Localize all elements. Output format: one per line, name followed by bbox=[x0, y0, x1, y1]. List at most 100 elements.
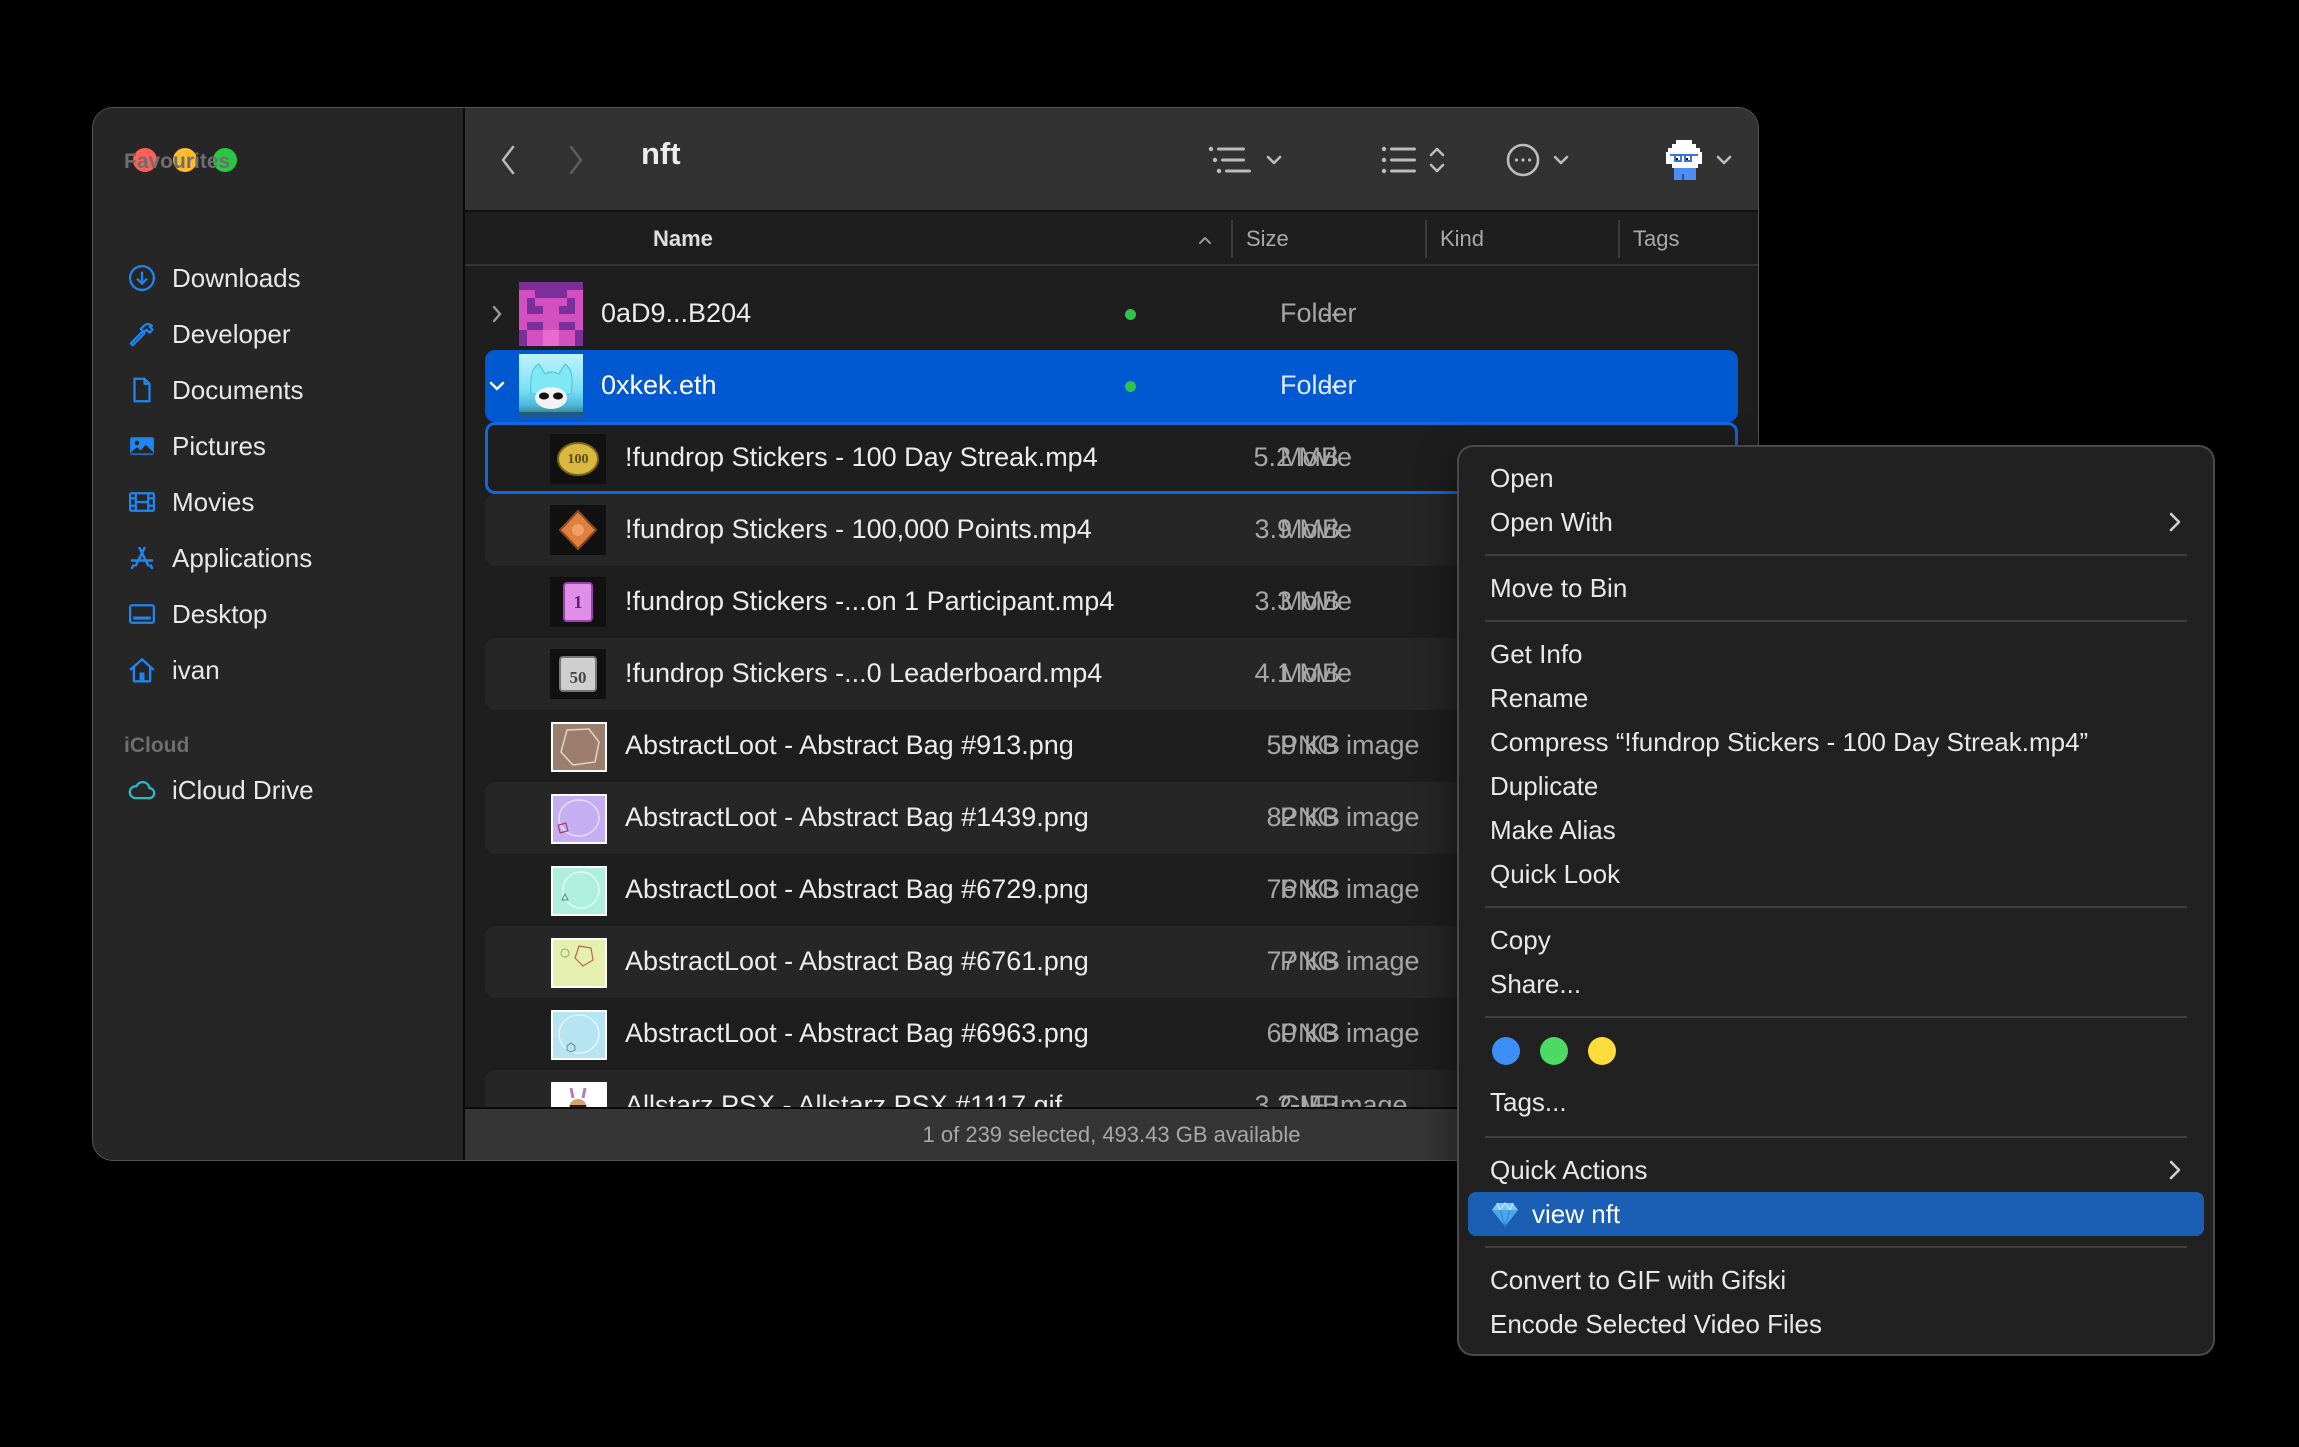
svg-text:1: 1 bbox=[574, 592, 583, 612]
column-kind[interactable]: Kind bbox=[1440, 226, 1484, 252]
menu-item-make-alias[interactable]: Make Alias bbox=[1459, 808, 2213, 852]
file-name: !fundrop Stickers - 100 Day Streak.mp4 bbox=[625, 442, 1098, 472]
image-thumbnail bbox=[551, 938, 607, 988]
column-tags[interactable]: Tags bbox=[1633, 226, 1679, 252]
tag-dot-green bbox=[1125, 309, 1136, 320]
menu-item-view-nft[interactable]: view nft bbox=[1468, 1192, 2204, 1236]
menu-item-move-to-bin[interactable]: Move to Bin bbox=[1459, 566, 2213, 610]
video-thumbnail: 50 bbox=[550, 649, 606, 699]
sidebar-item-applications[interactable]: Applications bbox=[126, 538, 312, 578]
menu-item-encode-video[interactable]: Encode Selected Video Files bbox=[1459, 1302, 2213, 1346]
chevron-left-icon bbox=[501, 145, 515, 175]
view-options-button[interactable] bbox=[1205, 138, 1285, 182]
file-kind: PNG image bbox=[1280, 802, 1420, 832]
sidebar-item-desktop[interactable]: Desktop bbox=[126, 594, 267, 634]
menu-item-get-info[interactable]: Get Info bbox=[1459, 632, 2213, 676]
image-thumbnail bbox=[551, 722, 607, 772]
actions-button[interactable] bbox=[1497, 138, 1577, 182]
pictures-icon bbox=[126, 430, 158, 462]
sidebar-item-documents[interactable]: Documents bbox=[126, 370, 304, 410]
menu-item-quick-actions[interactable]: Quick Actions bbox=[1459, 1148, 2213, 1192]
file-name: !fundrop Stickers -...on 1 Participant.m… bbox=[625, 586, 1115, 616]
sidebar-item-label: Pictures bbox=[172, 430, 266, 461]
column-size[interactable]: Size bbox=[1246, 226, 1289, 252]
sidebar-item-developer[interactable]: Developer bbox=[126, 314, 291, 354]
sidebar-item-icloud-drive[interactable]: iCloud Drive bbox=[126, 770, 314, 810]
disclosure-chevron-down-icon[interactable] bbox=[485, 374, 509, 398]
image-thumbnail bbox=[551, 1010, 607, 1060]
tag-color-yellow[interactable] bbox=[1588, 1037, 1616, 1065]
menu-item-share[interactable]: Share... bbox=[1459, 962, 2213, 1006]
file-row[interactable]: 0aD9...B204 -- Folder bbox=[485, 278, 1738, 350]
back-button[interactable] bbox=[493, 138, 523, 182]
file-kind: Folder bbox=[1280, 370, 1357, 400]
home-icon bbox=[126, 654, 158, 686]
menu-separator bbox=[1485, 1016, 2187, 1018]
sidebar-item-label: Desktop bbox=[172, 598, 268, 629]
menu-item-quick-look[interactable]: Quick Look bbox=[1459, 852, 2213, 896]
ellipsis-circle-icon bbox=[1506, 143, 1540, 177]
chevron-down-icon bbox=[1716, 155, 1732, 165]
sidebar-item-label: Documents bbox=[172, 374, 304, 405]
menu-item-label: Copy bbox=[1490, 924, 1551, 955]
menu-item-compress[interactable]: Compress “!fundrop Stickers - 100 Day St… bbox=[1459, 720, 2213, 764]
sidebar-item-label: Developer bbox=[172, 318, 291, 349]
menu-item-label: Move to Bin bbox=[1490, 572, 1628, 603]
file-kind: PNG image bbox=[1280, 946, 1420, 976]
disclosure-chevron-right-icon[interactable] bbox=[485, 302, 509, 326]
column-name[interactable]: Name bbox=[653, 226, 713, 252]
menu-item-label: Open bbox=[1490, 462, 1554, 493]
tag-color-green[interactable] bbox=[1540, 1037, 1568, 1065]
column-header: Name Size Kind Tags bbox=[465, 212, 1758, 266]
menu-item-label: Make Alias bbox=[1490, 814, 1616, 845]
menu-separator bbox=[1485, 906, 2187, 908]
file-name: 0xkek.eth bbox=[601, 370, 717, 400]
sidebar-item-pictures[interactable]: Pictures bbox=[126, 426, 266, 466]
applications-icon bbox=[126, 542, 158, 574]
menu-item-label: Open With bbox=[1490, 506, 1613, 537]
pixel-ghost-avatar-icon bbox=[1666, 140, 1702, 180]
menu-item-rename[interactable]: Rename bbox=[1459, 676, 2213, 720]
sidebar-item-label: Downloads bbox=[172, 262, 301, 293]
column-divider[interactable] bbox=[1618, 220, 1620, 258]
sidebar-item-downloads[interactable]: Downloads bbox=[126, 258, 301, 298]
cloud-icon bbox=[126, 774, 158, 806]
column-divider[interactable] bbox=[1231, 220, 1233, 258]
tag-color-picker bbox=[1492, 1037, 1616, 1065]
group-sort-button[interactable] bbox=[1377, 138, 1449, 182]
sidebar-item-movies[interactable]: Movies bbox=[126, 482, 254, 522]
video-thumbnail bbox=[550, 505, 606, 555]
file-name: AbstractLoot - Abstract Bag #1439.png bbox=[625, 802, 1089, 832]
menu-item-tags[interactable]: Tags... bbox=[1459, 1080, 2213, 1124]
sidebar-item-label: Applications bbox=[172, 542, 313, 573]
image-thumbnail bbox=[551, 866, 607, 916]
menu-item-copy[interactable]: Copy bbox=[1459, 918, 2213, 962]
desktop-icon bbox=[126, 598, 158, 630]
file-row-selected[interactable]: 0xkek.eth -- Folder bbox=[485, 350, 1738, 422]
file-kind: PNG image bbox=[1280, 874, 1420, 904]
file-kind: Movie bbox=[1280, 586, 1353, 616]
sidebar-item-label: iCloud Drive bbox=[172, 774, 314, 805]
menu-item-convert-gif[interactable]: Convert to GIF with Gifski bbox=[1459, 1258, 2213, 1302]
toolbar: nft bbox=[465, 108, 1758, 212]
svg-text:50: 50 bbox=[570, 668, 587, 687]
file-name: AbstractLoot - Abstract Bag #913.png bbox=[625, 730, 1074, 760]
column-divider[interactable] bbox=[1425, 220, 1427, 258]
sidebar-item-ivan[interactable]: ivan bbox=[126, 650, 220, 690]
sort-ascending-icon bbox=[1197, 226, 1213, 252]
menu-separator bbox=[1485, 620, 2187, 622]
menu-item-duplicate[interactable]: Duplicate bbox=[1459, 764, 2213, 808]
menu-item-open[interactable]: Open bbox=[1459, 456, 2213, 500]
tag-color-blue[interactable] bbox=[1492, 1037, 1520, 1065]
menu-item-open-with[interactable]: Open With bbox=[1459, 500, 2213, 544]
up-down-chevrons-icon bbox=[1429, 147, 1445, 173]
menu-item-label: Quick Look bbox=[1490, 858, 1621, 889]
share-button[interactable] bbox=[1657, 138, 1737, 182]
chevron-down-icon bbox=[1266, 155, 1282, 165]
window-title: nft bbox=[641, 136, 681, 171]
menu-item-label: Tags... bbox=[1490, 1086, 1567, 1117]
video-thumbnail: 100 bbox=[550, 434, 606, 484]
image-thumbnail bbox=[551, 1082, 607, 1107]
download-icon bbox=[126, 262, 158, 294]
forward-button[interactable] bbox=[561, 138, 591, 182]
